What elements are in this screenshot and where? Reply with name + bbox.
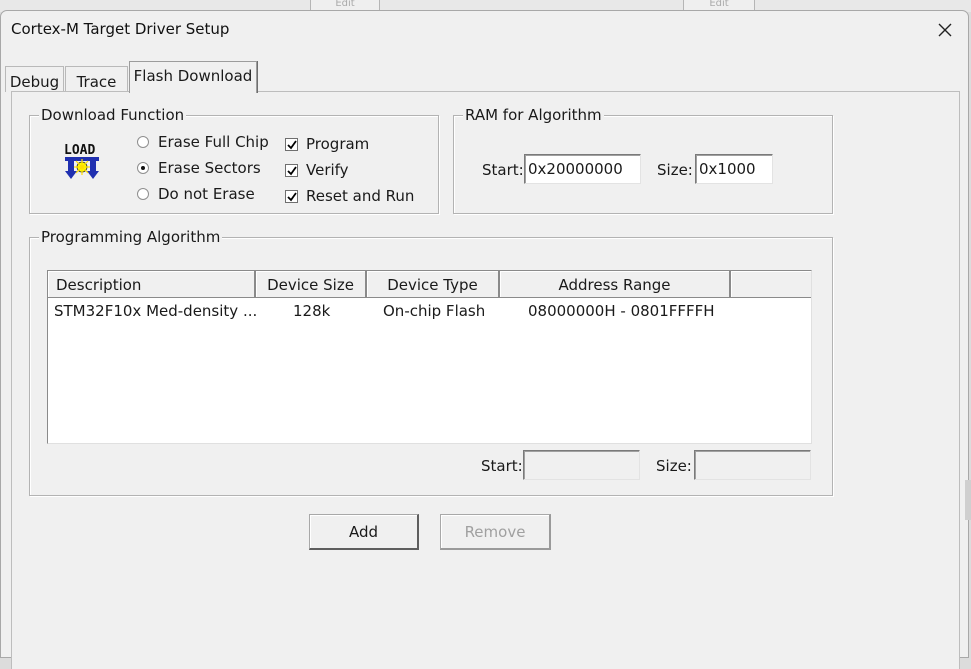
algorithm-start-label: Start: <box>481 457 523 475</box>
radio-button[interactable] <box>137 188 149 200</box>
checkbox[interactable] <box>285 189 298 203</box>
dialog-window: Cortex-M Target Driver Setup Debug Trace… <box>0 10 969 669</box>
checkbox-label: Program <box>306 135 370 153</box>
ram-size-field[interactable]: 0x1000 <box>695 154 773 184</box>
checkbox-reset-and-run[interactable]: Reset and Run <box>285 187 414 205</box>
cell-device-type: On-chip Flash <box>383 302 486 320</box>
tab-flash-download[interactable]: Flash Download <box>129 61 257 93</box>
radio-button[interactable] <box>137 162 149 174</box>
load-icon: LOAD <box>63 140 103 182</box>
column-header-device-size[interactable]: Device Size <box>256 271 367 298</box>
radio-button[interactable] <box>137 136 149 148</box>
radio-label: Erase Sectors <box>158 159 261 177</box>
column-header-description[interactable]: Description <box>48 271 256 298</box>
remove-button[interactable]: Remove <box>440 514 551 550</box>
window-title: Cortex-M Target Driver Setup <box>11 20 230 38</box>
algorithm-size-field[interactable] <box>694 450 811 480</box>
radio-do-not-erase[interactable]: Do not Erase <box>137 185 255 203</box>
checkbox[interactable] <box>285 137 298 151</box>
radio-label: Erase Full Chip <box>158 133 269 151</box>
list-header: Description Device Size Device Type Addr… <box>48 271 811 298</box>
column-header-device-type[interactable]: Device Type <box>367 271 500 298</box>
column-header-address-range[interactable]: Address Range <box>500 271 731 298</box>
cell-description: STM32F10x Med-density ... <box>54 302 258 320</box>
checkbox-label: Verify <box>306 161 349 179</box>
title-bar: Cortex-M Target Driver Setup <box>1 11 968 49</box>
ram-size-label: Size: <box>657 161 693 179</box>
group-legend: Programming Algorithm <box>39 228 223 246</box>
column-header-empty <box>731 271 811 298</box>
svg-text:LOAD: LOAD <box>64 143 95 158</box>
background-scrollbar <box>965 480 971 520</box>
algorithm-list[interactable]: Description Device Size Device Type Addr… <box>47 270 812 444</box>
close-icon <box>938 23 952 37</box>
table-row[interactable]: STM32F10x Med-density ... 128k On-chip F… <box>48 300 811 322</box>
radio-label: Do not Erase <box>158 185 255 203</box>
checkbox-verify[interactable]: Verify <box>285 161 349 179</box>
checkmark-icon <box>287 139 297 149</box>
tab-debug[interactable]: Debug <box>5 66 64 92</box>
checkbox-program[interactable]: Program <box>285 135 369 153</box>
group-legend: RAM for Algorithm <box>463 106 604 124</box>
cell-device-size: 128k <box>293 302 331 320</box>
checkbox[interactable] <box>285 163 298 177</box>
tab-panel: Download Function LOAD Erase Full Chip E… <box>11 91 960 669</box>
algorithm-size-label: Size: <box>656 457 692 475</box>
radio-erase-full-chip[interactable]: Erase Full Chip <box>137 133 269 151</box>
close-button[interactable] <box>930 15 960 45</box>
radio-erase-sectors[interactable]: Erase Sectors <box>137 159 261 177</box>
add-button[interactable]: Add <box>309 514 419 550</box>
checkbox-label: Reset and Run <box>306 187 415 205</box>
checkmark-icon <box>287 191 297 201</box>
ram-start-field[interactable]: 0x20000000 <box>524 154 641 184</box>
algorithm-start-field[interactable] <box>523 450 640 480</box>
checkmark-icon <box>287 165 297 175</box>
ram-for-algorithm-group: RAM for Algorithm Start: 0x20000000 Size… <box>453 106 833 214</box>
cell-address-range: 08000000H - 0801FFFFH <box>528 302 715 320</box>
ram-start-label: Start: <box>482 161 524 179</box>
tab-trace[interactable]: Trace <box>65 66 128 92</box>
group-legend: Download Function <box>39 106 187 124</box>
download-function-group: Download Function LOAD Erase Full Chip E… <box>29 106 439 214</box>
